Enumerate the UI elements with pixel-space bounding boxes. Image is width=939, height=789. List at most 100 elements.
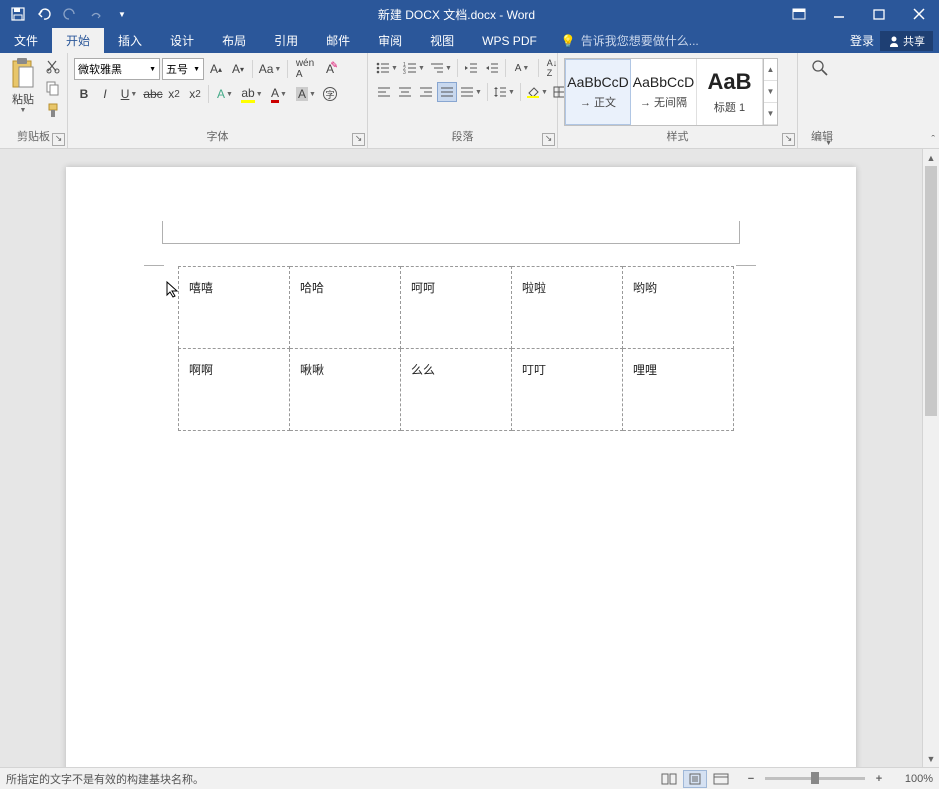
table-row[interactable]: 嘻嘻 哈哈 呵呵 啦啦 哟哟 — [179, 267, 734, 349]
login-link[interactable]: 登录 — [850, 32, 874, 49]
underline-button[interactable]: U▼ — [116, 84, 142, 104]
table-cell[interactable]: 呵呵 — [401, 267, 512, 349]
align-justify-button[interactable] — [437, 82, 457, 102]
table-cell[interactable]: 哈哈 — [290, 267, 401, 349]
format-painter-button[interactable] — [45, 102, 63, 120]
table-cell[interactable]: 叮叮 — [512, 349, 623, 431]
close-button[interactable] — [899, 0, 939, 28]
document-table[interactable]: 嘻嘻 哈哈 呵呵 啦啦 哟哟 啊啊 啾啾 么么 叮叮 哩哩 — [178, 266, 734, 431]
tab-insert[interactable]: 插入 — [104, 28, 156, 53]
table-cell[interactable]: 哟哟 — [623, 267, 734, 349]
zoom-slider[interactable] — [765, 777, 865, 780]
table-cell[interactable]: 么么 — [401, 349, 512, 431]
redo-button[interactable] — [58, 2, 82, 26]
tab-design[interactable]: 设计 — [156, 28, 208, 53]
scroll-down-button[interactable]: ▼ — [923, 750, 939, 767]
strikethrough-button[interactable]: abc — [143, 84, 163, 104]
numbering-button[interactable]: 123▼ — [401, 58, 427, 78]
table-cell[interactable]: 啊啊 — [179, 349, 290, 431]
tell-me-search[interactable]: 💡 告诉我您想要做什么... — [551, 28, 850, 53]
tab-references[interactable]: 引用 — [260, 28, 312, 53]
style-heading1[interactable]: AaB 标题 1 — [697, 59, 763, 125]
font-launcher[interactable]: ↘ — [352, 133, 365, 146]
web-layout-button[interactable] — [709, 770, 733, 788]
multilevel-list-button[interactable]: ▼ — [428, 58, 454, 78]
shading-button[interactable]: ▼ — [524, 82, 550, 102]
collapse-ribbon-button[interactable]: ˆ — [931, 134, 935, 146]
find-button[interactable] — [810, 58, 830, 83]
table-cell[interactable]: 啦啦 — [512, 267, 623, 349]
table-row[interactable]: 啊啊 啾啾 么么 叮叮 哩哩 — [179, 349, 734, 431]
copy-button[interactable] — [45, 80, 63, 98]
tab-review[interactable]: 审阅 — [364, 28, 416, 53]
font-size-combo[interactable]: 五号▼ — [162, 58, 204, 80]
page[interactable]: 嘻嘻 哈哈 呵呵 啦啦 哟哟 啊啊 啾啾 么么 叮叮 哩哩 — [66, 167, 856, 767]
cut-icon — [45, 58, 61, 74]
highlight-button[interactable]: ab▼ — [239, 84, 265, 104]
phonetic-guide-button[interactable]: wénA — [292, 59, 318, 79]
line-spacing-button[interactable]: ▼ — [491, 82, 517, 102]
tab-home[interactable]: 开始 — [52, 28, 104, 53]
share-button[interactable]: 共享 — [880, 31, 933, 51]
document-area[interactable]: 嘻嘻 哈哈 呵呵 啦啦 哟哟 啊啊 啾啾 么么 叮叮 哩哩 — [0, 149, 922, 767]
tab-wpspdf[interactable]: WPS PDF — [468, 28, 551, 53]
align-distributed-button[interactable]: ▼ — [458, 82, 484, 102]
decrease-indent-button[interactable] — [461, 58, 481, 78]
read-mode-button[interactable] — [657, 770, 681, 788]
group-styles: AaBbCcD → 正文 AaBbCcD → 无间隔 AaB 标题 1 ▲ ▼ … — [558, 53, 798, 148]
vertical-scrollbar[interactable]: ▲ ▼ — [922, 149, 939, 767]
zoom-level[interactable]: 100% — [893, 773, 933, 785]
print-layout-button[interactable] — [683, 770, 707, 788]
clear-formatting-button[interactable]: A✎ — [320, 59, 340, 79]
bullets-button[interactable]: ▼ — [374, 58, 400, 78]
change-case-button[interactable]: Aa▼ — [257, 59, 283, 79]
tab-view[interactable]: 视图 — [416, 28, 468, 53]
style-no-spacing[interactable]: AaBbCcD → 无间隔 — [631, 59, 697, 125]
font-color-button[interactable]: A▼ — [266, 84, 292, 104]
align-right-button[interactable] — [416, 82, 436, 102]
increase-indent-button[interactable] — [482, 58, 502, 78]
table-cell[interactable]: 哩哩 — [623, 349, 734, 431]
undo-button[interactable] — [32, 2, 56, 26]
table-cell[interactable]: 啾啾 — [290, 349, 401, 431]
zoom-out-button[interactable]: − — [743, 773, 759, 785]
styles-scroll-down[interactable]: ▼ — [764, 81, 777, 103]
zoom-in-button[interactable]: + — [871, 773, 887, 785]
repeat-button[interactable] — [84, 2, 108, 26]
grow-font-button[interactable]: A▴ — [206, 59, 226, 79]
enclose-char-button[interactable]: 字 — [320, 84, 340, 104]
numbering-icon: 123 — [403, 62, 417, 74]
text-direction-button[interactable]: A▼ — [509, 58, 535, 78]
zoom-slider-thumb[interactable] — [811, 772, 819, 784]
italic-button[interactable]: I — [95, 84, 115, 104]
qat-customize-button[interactable]: ▼ — [110, 2, 134, 26]
tab-mailings[interactable]: 邮件 — [312, 28, 364, 53]
bold-button[interactable]: B — [74, 84, 94, 104]
save-button[interactable] — [6, 2, 30, 26]
superscript-button[interactable]: x2 — [185, 84, 205, 104]
minimize-button[interactable] — [819, 0, 859, 28]
styles-gallery: AaBbCcD → 正文 AaBbCcD → 无间隔 AaB 标题 1 ▲ ▼ … — [564, 58, 778, 126]
subscript-button[interactable]: x2 — [164, 84, 184, 104]
scroll-thumb[interactable] — [925, 166, 937, 416]
text-effects-button[interactable]: A▼ — [212, 84, 238, 104]
paste-button[interactable]: 粘贴 ▼ — [4, 55, 42, 114]
tab-file[interactable]: 文件 — [0, 28, 52, 53]
clipboard-launcher[interactable]: ↘ — [52, 133, 65, 146]
align-left-button[interactable] — [374, 82, 394, 102]
style-normal[interactable]: AaBbCcD → 正文 — [565, 59, 631, 125]
ribbon-display-options[interactable] — [779, 0, 819, 28]
font-name-combo[interactable]: 微软雅黑▼ — [74, 58, 160, 80]
shrink-font-button[interactable]: A▾ — [228, 59, 248, 79]
align-center-button[interactable] — [395, 82, 415, 102]
cut-button[interactable] — [45, 58, 63, 76]
maximize-button[interactable] — [859, 0, 899, 28]
styles-expand[interactable]: ▼ — [764, 103, 777, 125]
tab-layout[interactable]: 布局 — [208, 28, 260, 53]
paragraph-launcher[interactable]: ↘ — [542, 133, 555, 146]
styles-scroll-up[interactable]: ▲ — [764, 59, 777, 81]
scroll-up-button[interactable]: ▲ — [923, 149, 939, 166]
char-shading-button[interactable]: A▼ — [293, 84, 319, 104]
table-cell[interactable]: 嘻嘻 — [179, 267, 290, 349]
styles-launcher[interactable]: ↘ — [782, 133, 795, 146]
